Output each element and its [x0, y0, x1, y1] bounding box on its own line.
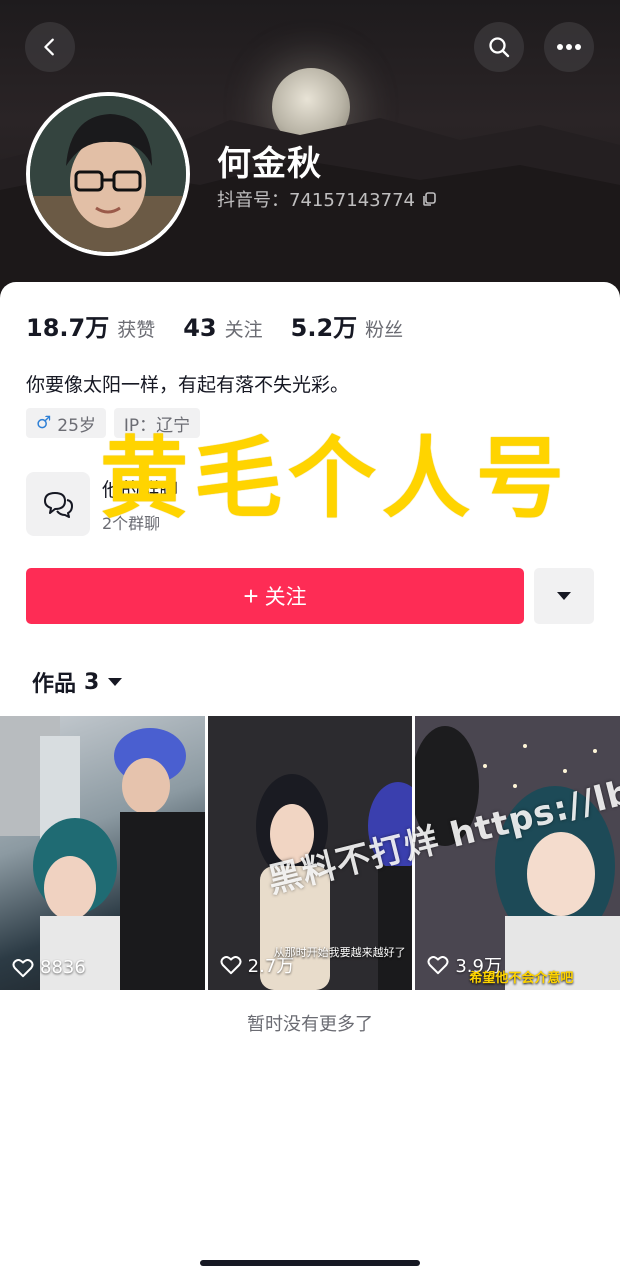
douyin-id-text: 抖音号：74157143774	[217, 190, 415, 211]
copy-icon[interactable]	[421, 191, 437, 207]
tag-gender-age: ♂ 25岁	[26, 408, 106, 438]
male-icon: ♂	[36, 413, 52, 433]
stat-following[interactable]: 43 关注	[183, 314, 262, 342]
video-caption: 从那时开始我要越来越好了	[273, 946, 406, 959]
more-button[interactable]	[544, 22, 594, 72]
avatar[interactable]	[26, 92, 190, 256]
profile-name: 何金秋	[217, 144, 322, 184]
stat-followers-label: 粉丝	[365, 319, 404, 341]
stat-followers-count: 5.2万	[290, 314, 358, 342]
plus-icon: +	[243, 581, 259, 611]
chat-bubbles-icon	[44, 492, 73, 518]
home-indicator[interactable]	[200, 1260, 420, 1266]
chevron-left-icon	[44, 38, 54, 56]
stat-likes-count: 18.7万	[26, 314, 110, 342]
profile-sheet: 18.7万 获赞 43 关注 5.2万 粉丝 你要像太阳一样，有起有落不失光彩。…	[0, 282, 620, 1280]
search-button[interactable]	[474, 22, 524, 72]
stat-likes-label: 获赞	[117, 319, 156, 341]
heart-icon	[12, 958, 34, 977]
back-button[interactable]	[25, 22, 75, 72]
follow-button-label: 关注	[264, 586, 307, 609]
tag-age: 25岁	[57, 415, 96, 436]
stat-followers[interactable]: 5.2万 粉丝	[291, 308, 404, 343]
video-thumbnail[interactable]: 8836	[0, 716, 205, 990]
more-horizontal-icon	[557, 44, 581, 50]
tab-works-label: 作品	[32, 672, 77, 697]
group-chat-icon-box	[26, 472, 90, 536]
caret-down-icon	[557, 592, 571, 600]
video-likes: 8836	[12, 957, 86, 978]
tab-works[interactable]: 作品 3	[32, 666, 123, 698]
no-more-text: 暂时没有更多了	[247, 1014, 373, 1035]
avatar-portrait	[30, 96, 186, 252]
video-thumbnail-image	[0, 716, 205, 990]
stat-following-label: 关注	[224, 319, 263, 341]
caret-down-icon	[108, 678, 123, 686]
overlay-title: 黄毛个人号	[100, 427, 571, 530]
stat-likes[interactable]: 18.7万 获赞	[26, 308, 155, 343]
search-icon	[489, 37, 510, 58]
follow-button[interactable]: + 关注	[26, 568, 524, 624]
tab-works-count: 3	[84, 669, 100, 695]
heart-icon	[220, 956, 242, 975]
douyin-id[interactable]: 抖音号：74157143774	[217, 186, 437, 212]
video-caption: 希望他不会介意吧	[469, 971, 574, 986]
bio: 你要像太阳一样，有起有落不失光彩。	[26, 374, 350, 396]
video-likes-count: 8836	[40, 957, 86, 978]
stat-following-count: 43	[183, 314, 217, 342]
heart-icon	[427, 956, 449, 975]
stats-row: 18.7万 获赞 43 关注 5.2万 粉丝	[26, 308, 431, 343]
follow-dropdown-button[interactable]	[534, 568, 594, 624]
